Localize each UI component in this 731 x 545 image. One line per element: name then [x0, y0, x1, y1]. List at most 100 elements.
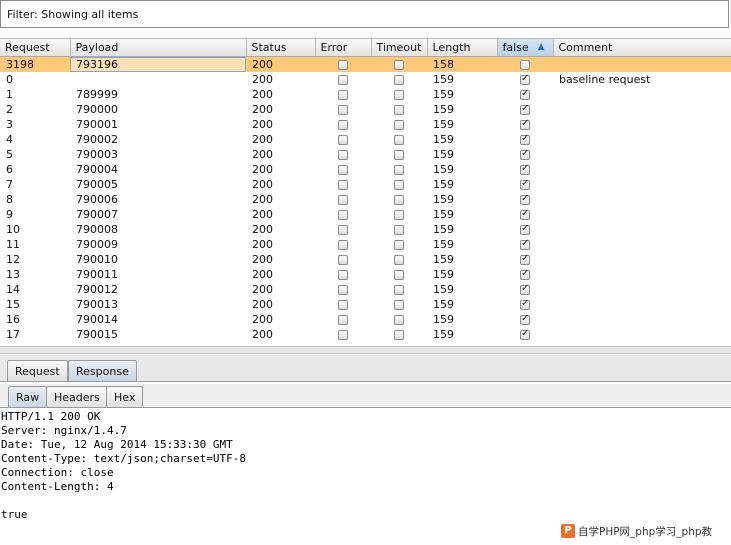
tab-response[interactable]: Response	[68, 360, 137, 381]
table-row[interactable]: 15 790013 200 159	[0, 297, 731, 312]
cell-request: 0	[6, 73, 13, 86]
error-checkbox[interactable]	[338, 60, 348, 70]
table-row[interactable]: 5 790003 200 159	[0, 147, 731, 162]
table-row[interactable]: 14 790012 200 159	[0, 282, 731, 297]
results-table[interactable]: Request Payload Status Error Timeout Len…	[0, 38, 731, 347]
false-flag-checkbox[interactable]	[520, 178, 530, 190]
false-flag-checkbox[interactable]	[520, 163, 530, 175]
false-flag-checkbox[interactable]	[520, 148, 530, 160]
false-flag-checkbox[interactable]	[520, 238, 530, 250]
error-checkbox[interactable]	[338, 105, 348, 115]
false-flag-checkbox[interactable]	[520, 283, 530, 295]
table-row[interactable]: 10 790008 200 159	[0, 222, 731, 237]
response-body[interactable]: HTTP/1.1 200 OK Server: nginx/1.4.7 Date: …	[1, 410, 730, 522]
error-checkbox[interactable]	[338, 150, 348, 160]
table-row[interactable]: 6 790004 200 159	[0, 162, 731, 177]
column-header-payload[interactable]: Payload	[70, 39, 247, 57]
table-row[interactable]: 11 790009 200 159	[0, 237, 731, 252]
error-checkbox[interactable]	[338, 180, 348, 190]
timeout-checkbox[interactable]	[394, 150, 404, 160]
table-row[interactable]: 1 789999 200 159	[0, 87, 731, 102]
false-flag-checkbox[interactable]	[520, 60, 530, 70]
false-flag-checkbox[interactable]	[520, 118, 530, 130]
error-checkbox[interactable]	[338, 225, 348, 235]
timeout-checkbox[interactable]	[394, 195, 404, 205]
column-header-error[interactable]: Error	[315, 39, 372, 57]
timeout-checkbox[interactable]	[394, 270, 404, 280]
cell-payload: 790003	[76, 148, 118, 161]
timeout-checkbox[interactable]	[394, 105, 404, 115]
pane-divider[interactable]	[0, 346, 731, 354]
error-checkbox[interactable]	[338, 120, 348, 130]
timeout-checkbox[interactable]	[394, 180, 404, 190]
false-flag-cell	[497, 222, 553, 237]
table-row[interactable]: 16 790014 200 159	[0, 312, 731, 327]
error-checkbox[interactable]	[338, 315, 348, 325]
false-flag-checkbox[interactable]	[520, 103, 530, 115]
tab-request[interactable]: Request	[7, 360, 68, 381]
table-row[interactable]: 13 790011 200 159	[0, 267, 731, 282]
error-checkbox[interactable]	[338, 90, 348, 100]
timeout-checkbox[interactable]	[394, 135, 404, 145]
false-flag-checkbox[interactable]	[520, 73, 530, 85]
column-header-request[interactable]: Request	[0, 39, 71, 57]
timeout-checkbox[interactable]	[394, 120, 404, 130]
timeout-checkbox[interactable]	[394, 90, 404, 100]
table-row[interactable]: 3 790001 200 159	[0, 117, 731, 132]
error-checkbox[interactable]	[338, 300, 348, 310]
cell-payload: 790000	[76, 103, 118, 116]
table-row[interactable]: 2 790000 200 159	[0, 102, 731, 117]
filter-bar[interactable]: Filter: Showing all items	[0, 0, 729, 28]
error-checkbox[interactable]	[338, 75, 348, 85]
timeout-checkbox[interactable]	[394, 315, 404, 325]
error-checkbox[interactable]	[338, 165, 348, 175]
timeout-checkbox[interactable]	[394, 255, 404, 265]
timeout-checkbox[interactable]	[394, 240, 404, 250]
column-header-comment[interactable]: Comment	[553, 39, 731, 57]
column-header-timeout[interactable]: Timeout	[371, 39, 428, 57]
error-checkbox[interactable]	[338, 240, 348, 250]
timeout-checkbox[interactable]	[394, 60, 404, 70]
false-flag-checkbox[interactable]	[520, 298, 530, 310]
table-row[interactable]: 9 790007 200 159	[0, 207, 731, 222]
false-flag-checkbox[interactable]	[520, 223, 530, 235]
error-checkbox[interactable]	[338, 330, 348, 340]
false-flag-checkbox[interactable]	[520, 253, 530, 265]
table-row[interactable]: 4 790002 200 159	[0, 132, 731, 147]
tab-hex[interactable]: Hex	[106, 386, 144, 407]
timeout-checkbox[interactable]	[394, 225, 404, 235]
false-flag-checkbox[interactable]	[520, 208, 530, 220]
false-flag-checkbox[interactable]	[520, 313, 530, 325]
false-flag-checkbox[interactable]	[520, 328, 530, 340]
table-row[interactable]: 12 790010 200 159	[0, 252, 731, 267]
cell-request: 1	[6, 88, 13, 101]
timeout-checkbox[interactable]	[394, 210, 404, 220]
error-cell	[315, 237, 371, 252]
table-row[interactable]: 7 790005 200 159	[0, 177, 731, 192]
timeout-checkbox[interactable]	[394, 165, 404, 175]
cell-request: 2	[6, 103, 13, 116]
false-flag-checkbox[interactable]	[520, 268, 530, 280]
false-flag-checkbox[interactable]	[520, 193, 530, 205]
column-header-length[interactable]: Length	[427, 39, 498, 57]
column-header-status[interactable]: Status	[246, 39, 316, 57]
tab-headers[interactable]: Headers	[46, 386, 108, 407]
table-row[interactable]: 8 790006 200 159	[0, 192, 731, 207]
tab-raw[interactable]: Raw	[8, 386, 48, 407]
error-checkbox[interactable]	[338, 210, 348, 220]
error-checkbox[interactable]	[338, 195, 348, 205]
false-flag-checkbox[interactable]	[520, 133, 530, 145]
error-checkbox[interactable]	[338, 270, 348, 280]
error-checkbox[interactable]	[338, 135, 348, 145]
timeout-checkbox[interactable]	[394, 330, 404, 340]
table-row[interactable]: 17 790015 200 159	[0, 327, 731, 342]
column-header-false[interactable]: false ▲	[497, 39, 554, 57]
timeout-checkbox[interactable]	[394, 75, 404, 85]
table-row[interactable]: 3198 793196 200 158	[0, 56, 731, 72]
timeout-checkbox[interactable]	[394, 285, 404, 295]
false-flag-checkbox[interactable]	[520, 88, 530, 100]
table-row[interactable]: 0 200 159 baseline request	[0, 72, 731, 87]
timeout-checkbox[interactable]	[394, 300, 404, 310]
error-checkbox[interactable]	[338, 285, 348, 295]
error-checkbox[interactable]	[338, 255, 348, 265]
